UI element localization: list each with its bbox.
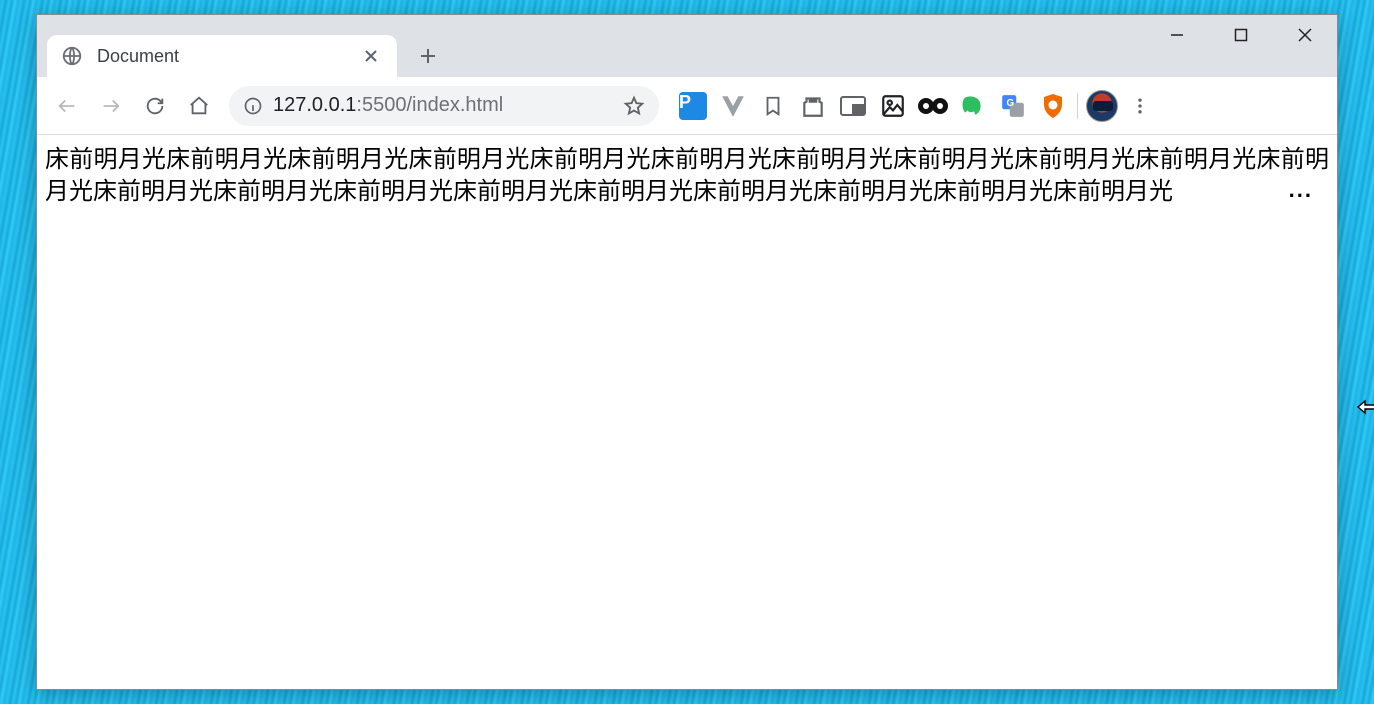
page-viewport[interactable]: 床前明月光床前明月光床前明月光床前明月光床前明月光床前明月光床前明月光床前明月光… [37,135,1337,689]
kebab-menu-button[interactable] [1122,88,1158,124]
page-body-text: 床前明月光床前明月光床前明月光床前明月光床前明月光床前明月光床前明月光床前明月光… [37,135,1337,206]
address-bar[interactable]: 127.0.0.1:5500/index.html [229,86,659,126]
profile-avatar[interactable] [1086,90,1118,122]
extensions-row: PG [677,90,1069,122]
castle-icon[interactable] [797,90,829,122]
back-button[interactable] [47,86,87,126]
home-button[interactable] [179,86,219,126]
postman-icon[interactable]: P [677,90,709,122]
desktop-background: Document [0,0,1374,704]
pip-icon[interactable] [837,90,869,122]
bookmark-icon[interactable] [757,90,789,122]
toolbar-separator [1077,93,1078,119]
vue-icon[interactable] [717,90,749,122]
globe-icon [61,45,83,67]
photo-icon[interactable] [877,90,909,122]
new-tab-button[interactable] [411,39,445,73]
url-host: 127.0.0.1 [273,94,356,117]
gtranslate-icon[interactable]: G [997,90,1029,122]
forward-button[interactable] [91,86,131,126]
reload-button[interactable] [135,86,175,126]
url-path: /index.html [406,94,503,117]
evernote-icon[interactable] [957,90,989,122]
text-overflow-ellipsis: ... [1289,177,1313,203]
close-window-button[interactable] [1273,15,1337,55]
tab-active[interactable]: Document [47,35,397,77]
bookmark-star-icon[interactable] [623,95,645,117]
url-port: :5500 [356,94,406,117]
tab-strip: Document [37,15,445,77]
resize-horizontal-cursor-icon [1356,396,1374,423]
site-info-icon[interactable] [243,96,263,116]
browser-window: Document [36,14,1338,690]
window-controls [1145,15,1337,55]
close-tab-button[interactable] [359,44,383,68]
tab-title: Document [97,46,359,67]
titlebar: Document [37,15,1337,77]
eyes-icon[interactable] [917,90,949,122]
svg-text:G: G [1007,98,1015,109]
minimize-button[interactable] [1145,15,1209,55]
maximize-button[interactable] [1209,15,1273,55]
toolbar: 127.0.0.1:5500/index.html PG [37,77,1337,135]
shield-icon[interactable] [1037,90,1069,122]
